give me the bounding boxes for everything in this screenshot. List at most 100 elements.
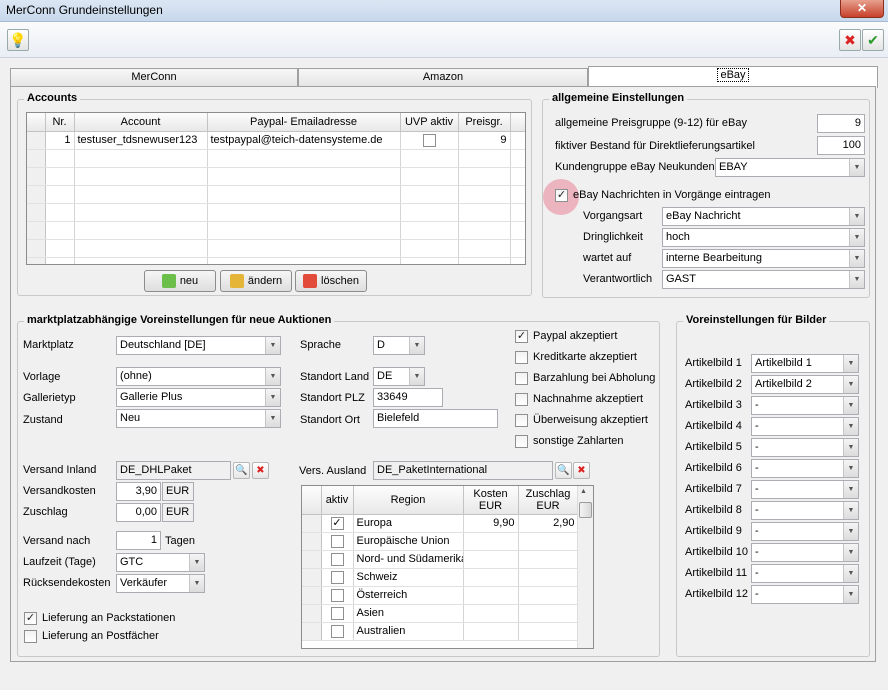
versand-nach-input[interactable]: 1 <box>116 531 161 550</box>
chevron-down-icon[interactable]: ▼ <box>843 397 858 414</box>
table-row[interactable] <box>27 203 525 222</box>
vorlage-select[interactable]: (ohne) ▼ <box>116 367 281 386</box>
chevron-down-icon[interactable]: ▼ <box>843 502 858 519</box>
chevron-down-icon[interactable]: ▼ <box>265 410 280 427</box>
chevron-down-icon[interactable]: ▼ <box>189 575 204 592</box>
cell-aktiv[interactable] <box>321 622 354 641</box>
region-checkbox[interactable] <box>330 570 344 584</box>
cell-empty[interactable] <box>207 203 401 222</box>
chevron-down-icon[interactable]: ▼ <box>843 523 858 540</box>
chevron-down-icon[interactable]: ▼ <box>849 271 864 288</box>
standortplz-input[interactable]: 33649 <box>373 388 443 407</box>
paypal-checkbox[interactable]: ✓ <box>515 330 528 343</box>
header-paypal[interactable]: Paypal- Emailadresse <box>207 113 401 132</box>
tab-merconn[interactable]: MerConn <box>10 68 298 87</box>
chevron-down-icon[interactable]: ▼ <box>843 481 858 498</box>
chevron-down-icon[interactable]: ▼ <box>849 229 864 246</box>
cell-empty[interactable] <box>45 167 75 186</box>
table-row[interactable]: 1 testuser_tdsnewuser123 testpaypal@teic… <box>27 131 525 150</box>
header-uvp[interactable]: UVP aktiv <box>400 113 459 132</box>
artikelbild-5-select[interactable]: - ▼ <box>751 438 859 457</box>
scroll-thumb[interactable] <box>579 502 592 518</box>
cell-aktiv[interactable] <box>321 586 354 605</box>
cell-aktiv[interactable] <box>321 604 354 623</box>
cell-region[interactable]: Asien <box>353 604 464 623</box>
table-row[interactable]: Österreich <box>302 586 579 605</box>
cell-empty[interactable] <box>74 185 208 204</box>
cell-empty[interactable] <box>45 149 75 168</box>
nachrichten-checkbox[interactable]: ✓ <box>555 189 568 202</box>
cell-account[interactable]: testuser_tdsnewuser123 <box>74 131 208 150</box>
row-indicator[interactable] <box>27 167 46 186</box>
standortland-select[interactable]: DE ▼ <box>373 367 425 386</box>
cell-empty[interactable] <box>74 203 208 222</box>
row-indicator[interactable] <box>302 604 322 623</box>
cell-region[interactable]: Europa <box>353 514 464 533</box>
cell-empty[interactable] <box>74 149 208 168</box>
cell-uvp[interactable] <box>400 131 459 150</box>
accounts-table[interactable]: Nr. Account Paypal- Emailadresse UVP akt… <box>26 112 526 265</box>
cell-nr[interactable]: 1 <box>45 131 75 150</box>
cell-kosten[interactable] <box>463 604 519 623</box>
region-checkbox[interactable] <box>330 552 344 566</box>
row-indicator[interactable] <box>27 131 46 150</box>
cell-aktiv[interactable]: ✓ <box>321 514 354 533</box>
header-account[interactable]: Account <box>74 113 208 132</box>
row-indicator[interactable] <box>302 568 322 587</box>
cell-empty[interactable] <box>207 167 401 186</box>
cell-aktiv[interactable] <box>321 550 354 569</box>
chevron-down-icon[interactable]: ▼ <box>843 355 858 372</box>
table-row[interactable] <box>27 149 525 168</box>
cell-empty[interactable] <box>400 167 459 186</box>
chevron-down-icon[interactable]: ▼ <box>265 337 280 354</box>
region-checkbox[interactable] <box>330 588 344 602</box>
header-kosten[interactable]: Kosten EUR <box>463 486 519 515</box>
chevron-down-icon[interactable]: ▼ <box>409 368 424 385</box>
wartet-select[interactable]: interne Bearbeitung ▼ <box>662 249 865 268</box>
row-indicator[interactable] <box>27 203 46 222</box>
chevron-down-icon[interactable]: ▼ <box>843 586 858 603</box>
artikelbild-7-select[interactable]: - ▼ <box>751 480 859 499</box>
chevron-down-icon[interactable]: ▼ <box>189 554 204 571</box>
chevron-down-icon[interactable]: ▼ <box>849 250 864 267</box>
artikelbild-3-select[interactable]: - ▼ <box>751 396 859 415</box>
postfaecher-checkbox[interactable] <box>24 630 37 643</box>
ok-icon[interactable]: ✔ <box>862 29 884 51</box>
cell-paypal[interactable]: testpaypal@teich-datensysteme.de <box>207 131 401 150</box>
row-indicator[interactable] <box>302 622 322 641</box>
cell-kosten[interactable]: 9,90 <box>463 514 519 533</box>
cell-kosten[interactable] <box>463 532 519 551</box>
barzahlung-checkbox[interactable] <box>515 372 528 385</box>
cell-empty[interactable] <box>400 221 459 240</box>
standortort-input[interactable]: Bielefeld <box>373 409 498 428</box>
dringlichkeit-select[interactable]: hoch ▼ <box>662 228 865 247</box>
chevron-down-icon[interactable]: ▼ <box>843 460 858 477</box>
cell-empty[interactable] <box>400 239 459 258</box>
cell-empty[interactable] <box>45 257 75 264</box>
chevron-down-icon[interactable]: ▼ <box>843 439 858 456</box>
zuschlag-input[interactable]: 0,00 <box>116 503 161 522</box>
versandkosten-input[interactable]: 3,90 <box>116 482 161 501</box>
gallerietyp-select[interactable]: Gallerie Plus ▼ <box>116 388 281 407</box>
cell-aktiv[interactable] <box>321 532 354 551</box>
region-checkbox[interactable] <box>330 624 344 638</box>
cell-zuschlag[interactable]: 2,90 <box>518 514 579 533</box>
table-row[interactable] <box>27 185 525 204</box>
cell-empty[interactable] <box>458 257 511 264</box>
vers-ausland-input[interactable]: DE_PaketInternational <box>373 461 553 480</box>
cell-zuschlag[interactable] <box>518 586 579 605</box>
table-row[interactable]: Asien <box>302 604 579 623</box>
row-indicator[interactable] <box>27 185 46 204</box>
cell-empty[interactable] <box>74 167 208 186</box>
cell-empty[interactable] <box>207 239 401 258</box>
window-close-button[interactable]: ✕ <box>840 0 884 18</box>
region-checkbox[interactable] <box>330 606 344 620</box>
chevron-down-icon[interactable]: ▼ <box>409 337 424 354</box>
table-row[interactable] <box>27 221 525 240</box>
ueberweisung-checkbox[interactable] <box>515 414 528 427</box>
row-indicator[interactable] <box>27 149 46 168</box>
row-indicator[interactable] <box>302 586 322 605</box>
artikelbild-9-select[interactable]: - ▼ <box>751 522 859 541</box>
cell-empty[interactable] <box>207 221 401 240</box>
artikelbild-8-select[interactable]: - ▼ <box>751 501 859 520</box>
